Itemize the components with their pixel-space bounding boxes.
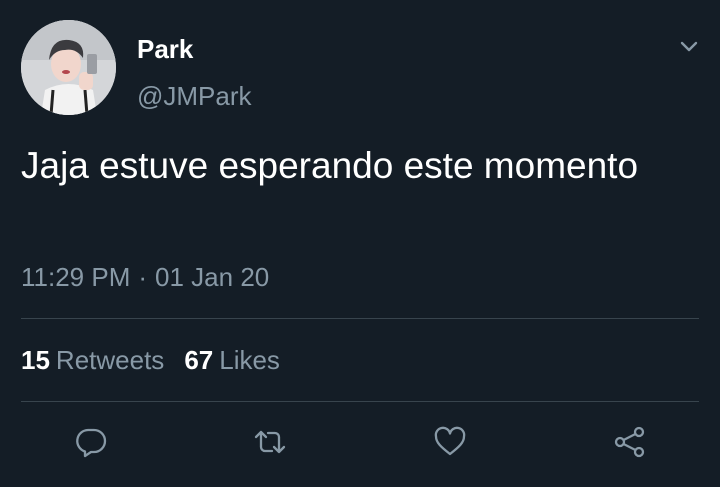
engagement-stats: 15 Retweets 67 Likes xyxy=(21,343,300,377)
reply-icon xyxy=(76,428,107,458)
avatar[interactable] xyxy=(21,20,116,115)
tweet-detail: Park @JMPark Jaja estuve esperando este … xyxy=(0,0,720,487)
username-handle[interactable]: @JMPark xyxy=(137,80,252,112)
retweets-label: Retweets xyxy=(55,345,165,375)
share-button[interactable] xyxy=(610,422,650,462)
share-icon xyxy=(614,426,645,458)
like-icon xyxy=(434,426,466,456)
reply-button[interactable] xyxy=(71,422,111,462)
tweet-timestamp[interactable]: 11:29 PM · 01 Jan 20 xyxy=(21,260,269,294)
divider xyxy=(21,401,699,402)
tweet-date: 01 Jan 20 xyxy=(155,262,270,292)
divider xyxy=(21,318,699,319)
retweets-count: 15 xyxy=(21,345,50,375)
retweet-button[interactable] xyxy=(250,422,290,462)
chevron-down-icon[interactable] xyxy=(676,34,702,60)
display-name[interactable]: Park xyxy=(137,33,193,65)
avatar-image xyxy=(21,20,116,115)
tweet-text: Jaja estuve esperando este momento xyxy=(21,145,639,186)
likes-count: 67 xyxy=(184,345,214,375)
retweet-icon xyxy=(254,430,286,454)
tweet-time: 11:29 PM xyxy=(21,262,131,292)
meta-separator: · xyxy=(138,262,148,292)
likes-label: Likes xyxy=(219,345,280,375)
likes-stat[interactable]: 67 Likes xyxy=(184,343,280,377)
like-button[interactable] xyxy=(430,422,470,462)
retweets-stat[interactable]: 15 Retweets xyxy=(21,343,164,377)
